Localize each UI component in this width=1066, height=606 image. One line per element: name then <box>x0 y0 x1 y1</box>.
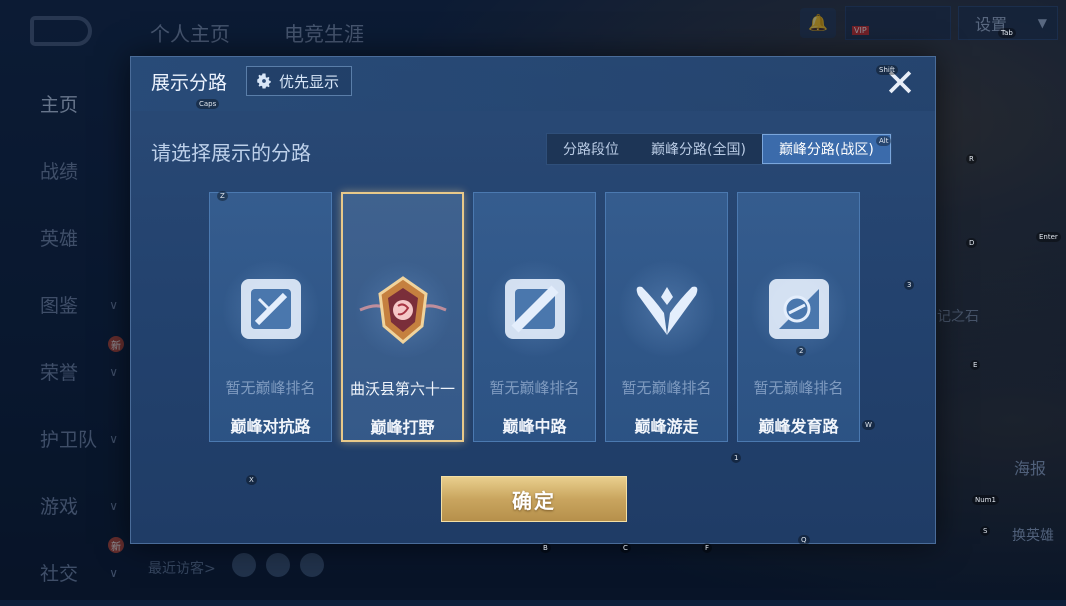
key-hint: F <box>702 543 713 553</box>
card-name: 巅峰发育路 <box>758 417 839 436</box>
dialog-title: 展示分路 <box>151 72 228 94</box>
jungle-badge-icon <box>354 262 451 358</box>
key-hint: Shift <box>876 65 898 75</box>
card-rank: 暂无巅峰排名 <box>225 379 316 397</box>
lane-card-mid[interactable]: 暂无巅峰排名 巅峰中路 <box>473 192 596 442</box>
card-name: 巅峰对抗路 <box>230 417 311 436</box>
key-hint: Tab <box>998 28 1016 38</box>
lane-card-jungle[interactable]: 曲沃县第六十一 巅峰打野 <box>341 192 464 442</box>
dialog-subtitle: 请选择展示的分路 <box>151 141 311 165</box>
tab-peak-lane-zone[interactable]: 巅峰分路(战区) <box>761 134 891 164</box>
lane-card-roam[interactable]: 暂无巅峰排名 巅峰游走 <box>605 192 728 442</box>
card-name: 巅峰打野 <box>370 418 435 437</box>
mid-lane-icon <box>486 261 583 357</box>
key-hint: Num1 <box>972 495 999 505</box>
key-hint: Alt <box>876 136 892 146</box>
lane-display-dialog: 展示分路 优先显示 ✕ 请选择展示的分路 分路段位 巅峰分路(全国) 巅峰分路(… <box>130 56 936 544</box>
key-hint: B <box>540 543 551 553</box>
lane-type-tabs: 分路段位 巅峰分路(全国) 巅峰分路(战区) <box>546 133 892 165</box>
card-rank: 曲沃县第六十一 <box>349 380 455 398</box>
card-name: 巅峰中路 <box>502 417 567 436</box>
card-rank: 暂无巅峰排名 <box>489 379 580 397</box>
lane-card-bottom[interactable]: 暂无巅峰排名 巅峰发育路 <box>737 192 860 442</box>
tab-peak-lane-national[interactable]: 巅峰分路(全国) <box>635 134 762 164</box>
key-hint: Q <box>798 535 810 545</box>
card-name: 巅峰游走 <box>634 417 699 436</box>
key-hint: Z <box>217 191 228 201</box>
card-rank: 暂无巅峰排名 <box>621 379 712 397</box>
wings-icon <box>618 261 715 357</box>
tab-lane-rank[interactable]: 分路段位 <box>547 134 635 164</box>
lane-cards: 暂无巅峰排名 巅峰对抗路 曲沃县第六十一 巅峰打野 暂无巅峰排名 巅峰中路 暂无… <box>209 192 860 442</box>
key-hint: C <box>620 543 631 553</box>
key-hint: Enter <box>1036 232 1061 242</box>
key-hint: W <box>862 420 875 430</box>
key-hint: R <box>966 154 977 164</box>
confirm-button[interactable]: 确定 <box>441 476 627 522</box>
gear-icon <box>257 73 271 89</box>
sword-shield-icon <box>222 261 319 357</box>
card-rank: 暂无巅峰排名 <box>753 379 844 397</box>
key-hint: X <box>246 475 257 485</box>
key-hint: Caps <box>196 99 220 109</box>
lane-card-top[interactable]: 暂无巅峰排名 巅峰对抗路 <box>209 192 332 442</box>
priority-label: 优先显示 <box>279 72 340 91</box>
priority-display-button[interactable]: 优先显示 <box>246 66 353 96</box>
bottom-lane-icon <box>750 261 847 357</box>
